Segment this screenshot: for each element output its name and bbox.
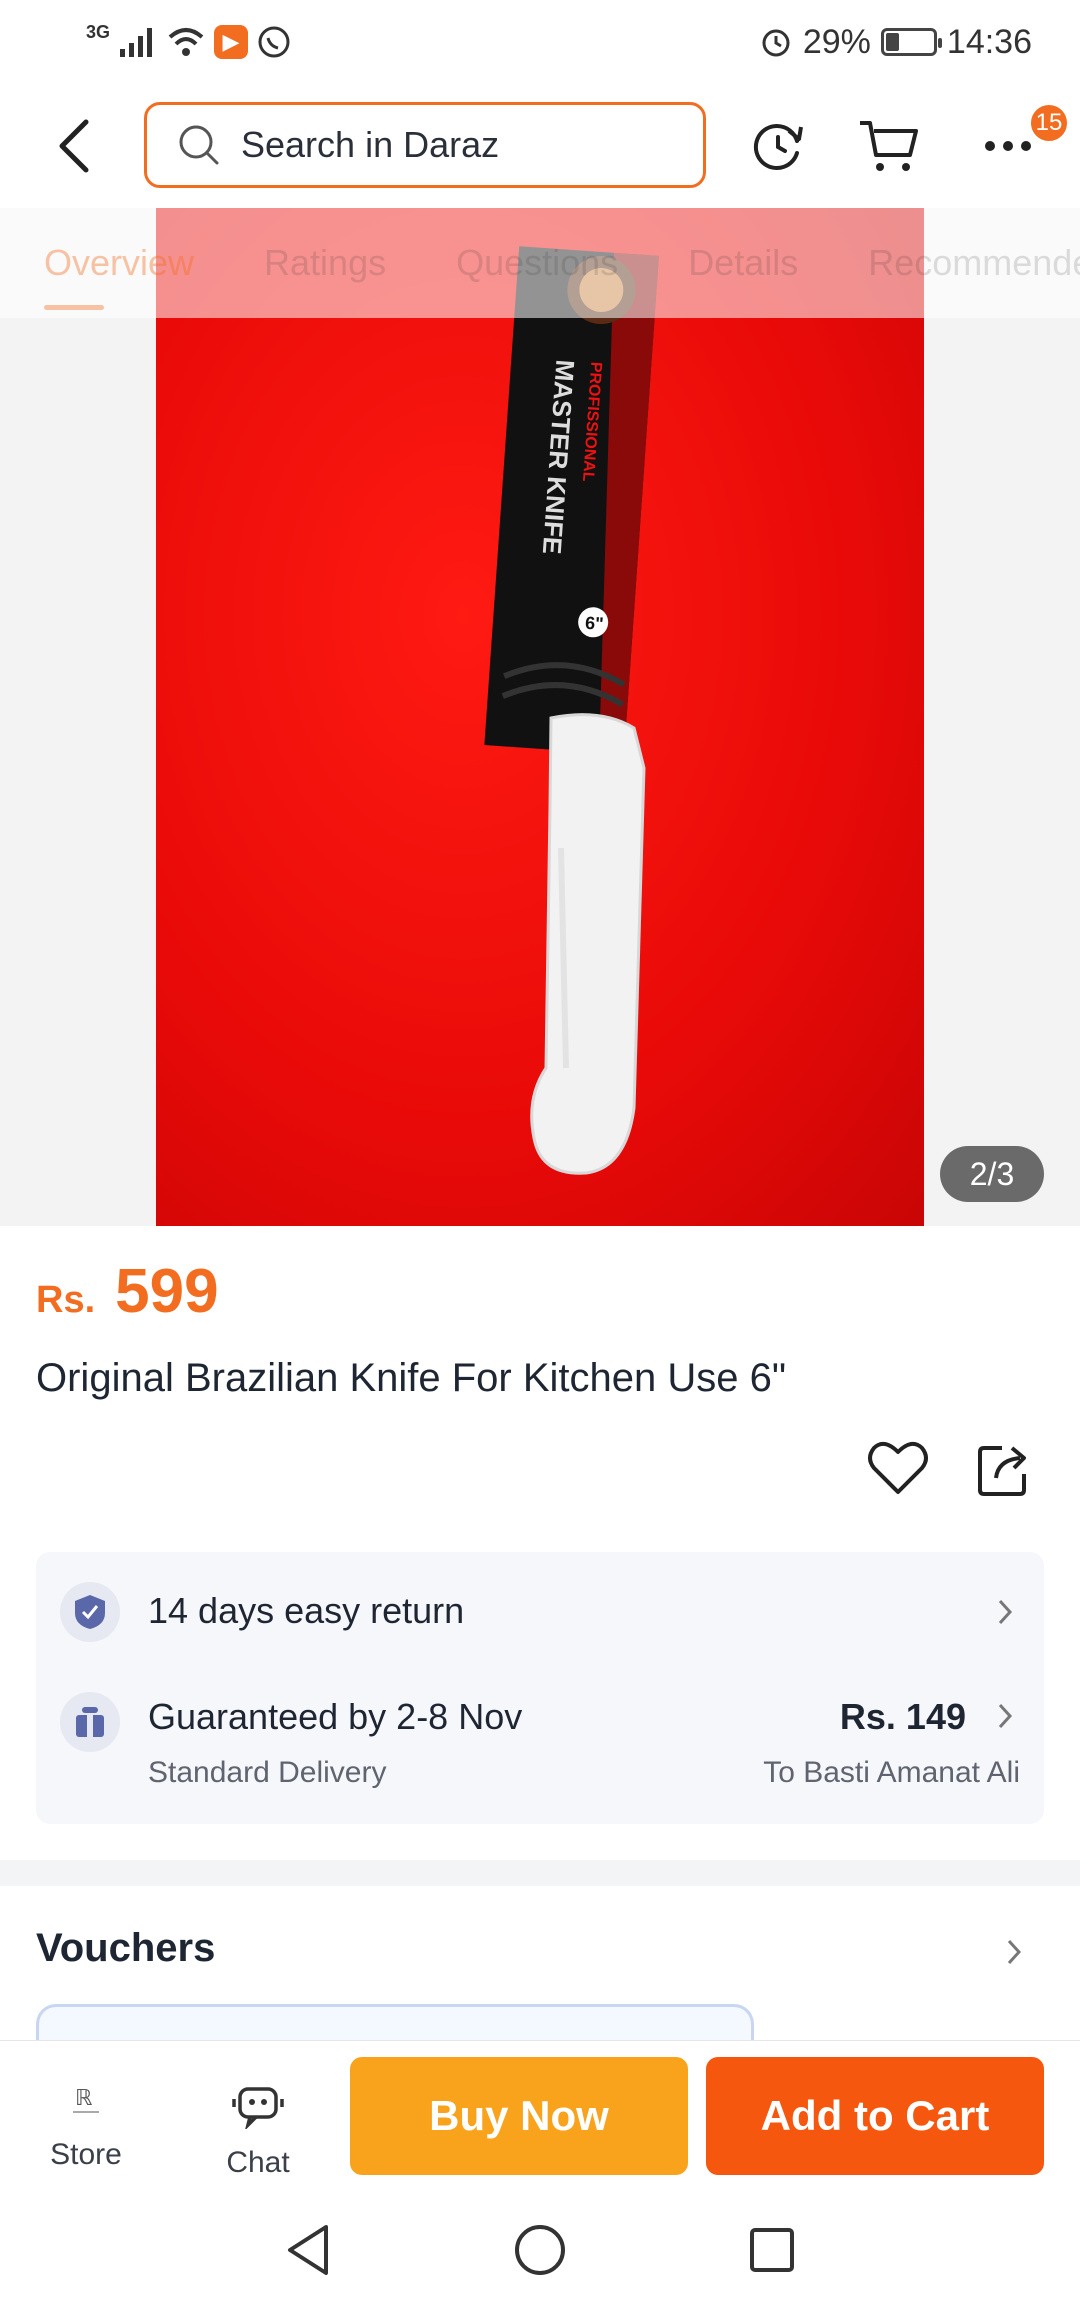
tab-ratings[interactable]: Ratings <box>264 242 386 284</box>
delivery-card: 14 days easy return Guaranteed by 2-8 No… <box>36 1552 1044 1824</box>
whatsapp-icon <box>258 26 290 58</box>
delivery-type: Standard Delivery <box>148 1756 387 1789</box>
section-divider <box>0 1860 1080 1886</box>
share-button[interactable] <box>976 1438 1036 1502</box>
history-button[interactable] <box>746 114 810 178</box>
signal-icon <box>120 28 153 57</box>
svg-text:ℝ: ℝ <box>75 2085 93 2110</box>
section-tabs: Overview Ratings Questions Details Recom… <box>0 208 1080 318</box>
price-value: 599 <box>115 1257 219 1326</box>
guarantee-text: Guaranteed by 2-8 Nov <box>148 1696 523 1737</box>
more-icon <box>985 141 1031 151</box>
cart-icon <box>860 121 918 171</box>
status-right: 29% 14:36 <box>759 18 1032 66</box>
heart-icon <box>868 1441 928 1494</box>
image-counter: 2/3 <box>940 1146 1044 1202</box>
price-currency: Rs. <box>36 1279 96 1321</box>
wifi-icon <box>168 28 204 56</box>
shield-icon <box>60 1582 120 1642</box>
svg-text:6": 6" <box>584 613 604 634</box>
search-placeholder: Search in Daraz <box>241 124 500 165</box>
chevron-right-icon <box>990 1592 1020 1632</box>
triangle-back-icon <box>288 2225 328 2275</box>
system-navigation-bar <box>0 2190 1080 2312</box>
product-gallery[interactable]: MASTER KNIFE PROFISSIONAL 6" 2/3 <box>0 208 1080 1226</box>
delivery-destination: To Basti Amanat Ali <box>763 1756 1020 1789</box>
search-input[interactable]: Search in Daraz <box>144 102 706 188</box>
square-recents-icon <box>750 2228 794 2272</box>
nav-home-button[interactable] <box>510 2220 570 2280</box>
top-nav: Search in Daraz 15 <box>0 84 1080 208</box>
status-bar: 3G ▶ 29% 14:36 <box>0 0 1080 84</box>
store-label: Store <box>50 2138 122 2171</box>
wishlist-button[interactable] <box>866 1438 930 1502</box>
bottom-action-bar: ℝ Store Chat Buy Now Add to Cart <box>0 2040 1080 2190</box>
tab-overview[interactable]: Overview <box>44 242 194 310</box>
circle-home-icon <box>515 2225 565 2275</box>
share-icon <box>978 1446 1026 1496</box>
chevron-right-icon <box>990 1696 1020 1736</box>
notification-badge: 15 <box>1028 102 1070 144</box>
product-title: Original Brazilian Knife For Kitchen Use… <box>36 1356 787 1400</box>
gift-box-icon <box>60 1692 120 1752</box>
delivery-row[interactable]: Guaranteed by 2-8 Nov Rs. 149 Standard D… <box>60 1692 1020 1802</box>
search-icon <box>177 123 221 167</box>
network-type: 3G <box>86 21 111 42</box>
knife-illustration: MASTER KNIFE PROFISSIONAL 6" <box>484 246 659 1175</box>
tab-questions[interactable]: Questions <box>456 242 618 284</box>
store-logo-icon: ℝ <box>73 2085 99 2113</box>
product-image: MASTER KNIFE PROFISSIONAL 6" <box>156 208 924 1226</box>
store-button[interactable]: ℝ Store <box>26 2081 146 2172</box>
refresh-icon <box>753 124 803 170</box>
tab-recommended[interactable]: Recommended <box>868 242 1080 284</box>
buy-now-button[interactable]: Buy Now <box>350 2057 688 2175</box>
return-text: 14 days easy return <box>148 1590 465 1631</box>
alarm-icon <box>762 29 790 57</box>
chat-bot-icon <box>232 2087 284 2131</box>
back-button[interactable] <box>44 114 104 178</box>
delivery-fee: Rs. 149 <box>839 1696 966 1737</box>
clock: 14:36 <box>946 22 1032 61</box>
status-left: 3G ▶ <box>86 18 292 66</box>
vouchers-heading[interactable]: Vouchers <box>36 1926 215 1971</box>
cart-button[interactable] <box>858 114 922 178</box>
back-arrow-icon <box>59 119 89 173</box>
return-policy-row[interactable]: 14 days easy return <box>60 1582 1020 1642</box>
tab-details[interactable]: Details <box>688 242 798 284</box>
price: Rs. 599 <box>36 1256 219 1327</box>
nav-back-button[interactable] <box>278 2220 338 2280</box>
nav-recents-button[interactable] <box>742 2220 802 2280</box>
chevron-right-icon[interactable] <box>1006 1930 1036 1974</box>
battery-percent: 29% <box>802 22 871 61</box>
chat-button[interactable]: Chat <box>198 2081 318 2180</box>
chat-label: Chat <box>226 2146 290 2179</box>
app-notification-icon: ▶ <box>214 25 249 59</box>
battery-icon <box>880 28 942 56</box>
add-to-cart-button[interactable]: Add to Cart <box>706 2057 1044 2175</box>
